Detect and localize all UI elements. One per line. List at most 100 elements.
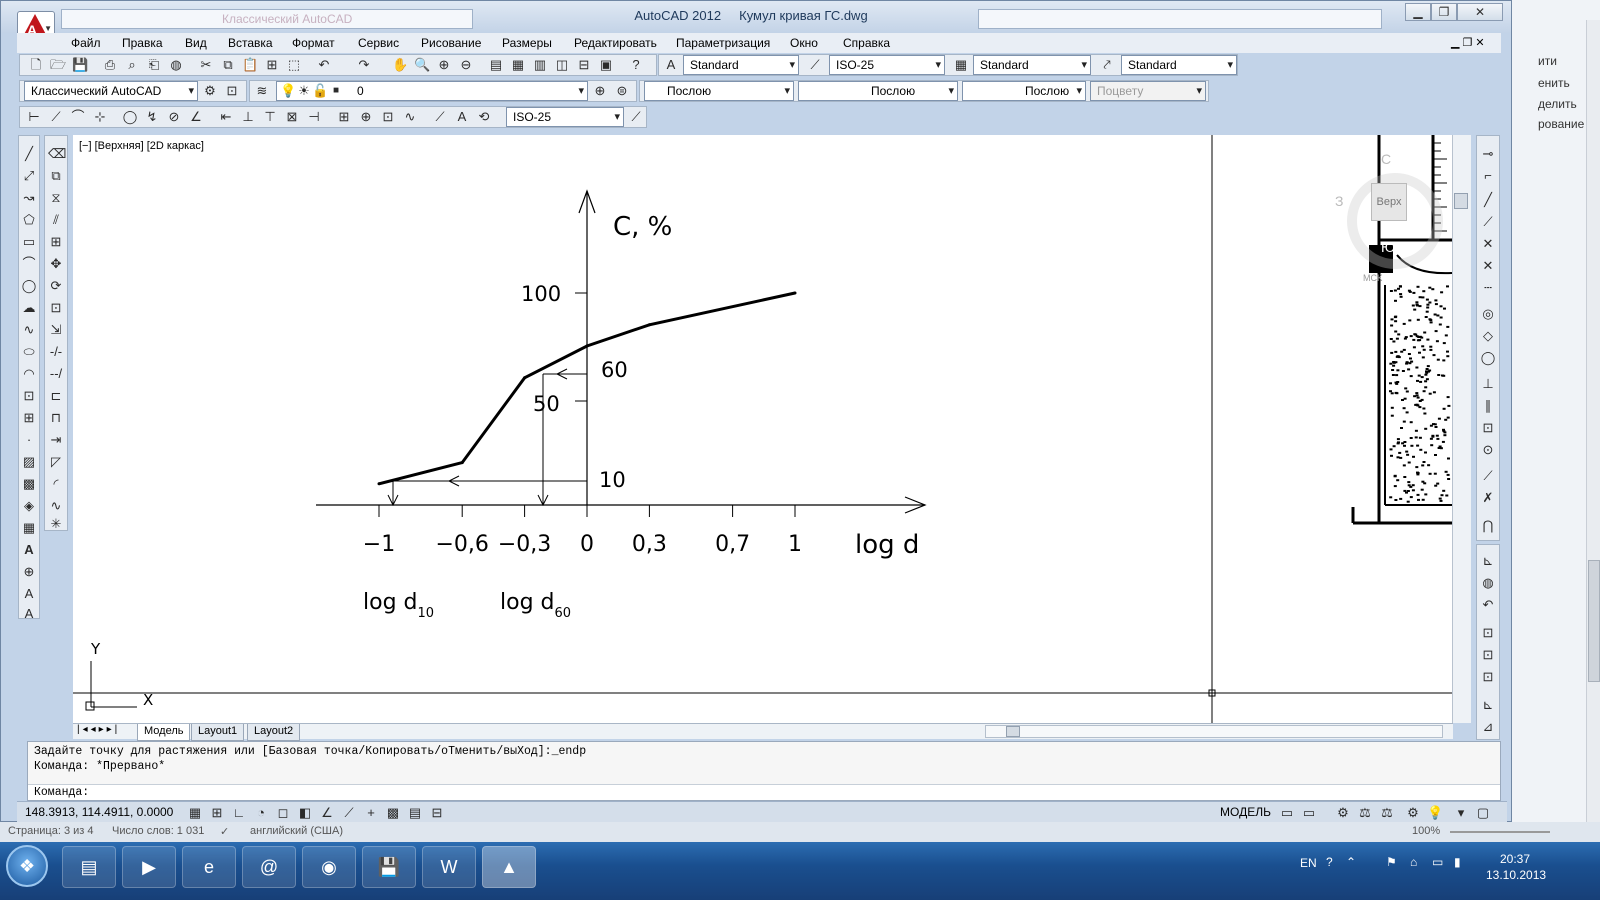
taskbar-autocad[interactable]: ▲ — [482, 846, 536, 888]
save-icon[interactable]: 💾 — [72, 57, 88, 73]
annotation-scale-icon[interactable]: ⚖ — [1357, 805, 1373, 821]
dim-edit-icon[interactable]: ⟋ — [432, 109, 448, 125]
tab-layout1[interactable]: Layout1 — [191, 724, 245, 741]
copy-object-icon[interactable]: ⧉ — [48, 168, 64, 184]
info-search-box[interactable] — [978, 9, 1382, 29]
zoom-window-icon[interactable]: ⊕ — [436, 57, 452, 73]
word-ribbon-item[interactable]: рование — [1538, 117, 1584, 131]
gear-icon[interactable]: ⚙ — [1335, 805, 1351, 821]
osnap-settings-icon[interactable]: ⋂ — [1480, 518, 1496, 534]
menu-format[interactable]: Формат — [292, 36, 335, 50]
arc-length-icon[interactable]: ⌒ — [70, 109, 86, 125]
tab-layout2[interactable]: Layout2 — [247, 724, 301, 741]
coordinate-readout[interactable]: 148.3913, 114.4911, 0.0000 — [25, 805, 173, 819]
dim-style-icon[interactable]: ⟋ — [807, 57, 823, 73]
otrack-icon[interactable]: ∠ — [319, 805, 335, 821]
taskbar-mail[interactable]: @ — [242, 846, 296, 888]
dim-update-icon[interactable]: ⟲ — [476, 109, 492, 125]
dim-break-icon[interactable]: ⊣ — [306, 109, 322, 125]
grid-icon[interactable]: ⊞ — [209, 805, 225, 821]
taskbar-word[interactable]: W — [422, 846, 476, 888]
snap-center-icon[interactable]: ◎ — [1480, 306, 1496, 322]
pan-icon[interactable]: ✋ — [392, 57, 408, 73]
clean-screen-icon[interactable]: ▢ — [1475, 805, 1491, 821]
help-icon[interactable]: ? — [628, 57, 644, 73]
ucs-icon-1[interactable]: ⊾ — [1480, 553, 1496, 569]
gear-icon[interactable]: ⚙ — [202, 83, 218, 99]
tolerance-icon[interactable]: ⊞ — [336, 109, 352, 125]
word-spelling-icon[interactable]: ✓ — [220, 825, 229, 838]
viewcube-west[interactable]: З — [1335, 193, 1343, 209]
mleader-style-select[interactable]: Standard — [1121, 55, 1237, 75]
command-input[interactable]: Команда: — [28, 784, 1500, 800]
aligned-dim-icon[interactable]: ⟋ — [48, 109, 64, 125]
properties-icon[interactable]: ▤ — [488, 57, 504, 73]
model-space-toggle[interactable]: МОДЕЛЬ — [1220, 805, 1271, 819]
minimize-button[interactable]: ▁ — [1405, 3, 1431, 21]
ucs-face-icon[interactable]: ⊡ — [1480, 625, 1496, 641]
globe-icon[interactable]: ◍ — [168, 57, 184, 73]
quick-access-toolbar[interactable]: Классический AutoCAD — [61, 9, 473, 29]
ucs-world-icon[interactable]: ◍ — [1480, 575, 1496, 591]
arc-icon[interactable]: ⌒ — [21, 256, 37, 272]
taskbar-dell[interactable]: ◉ — [302, 846, 356, 888]
diameter-dim-icon[interactable]: ⊘ — [166, 109, 182, 125]
word-zoom-slider[interactable] — [1450, 831, 1550, 833]
lineweight-toggle-icon[interactable]: ▩ — [385, 805, 401, 821]
text-style-icon[interactable]: A — [663, 57, 679, 73]
quick-dim-icon[interactable]: ⇤ — [218, 109, 234, 125]
rectangle-icon[interactable]: ▭ — [21, 234, 37, 250]
word-word-count[interactable]: Число слов: 1 031 — [112, 825, 204, 837]
clock-time[interactable]: 20:37 — [1500, 852, 1530, 866]
maximize-button[interactable]: ❐ — [1431, 3, 1457, 21]
linear-dim-icon[interactable]: ⊢ — [26, 109, 42, 125]
mleader-style-icon[interactable]: ⤤ — [1099, 57, 1115, 73]
doc-window-controls[interactable]: ▁ ❐ ✕ — [1451, 36, 1485, 49]
plotstyle-select[interactable]: Поцвету — [1090, 81, 1206, 101]
polar-icon[interactable]: ◔ — [253, 805, 269, 821]
snap-apparent-icon[interactable]: ✕ — [1480, 258, 1496, 274]
spline-icon[interactable]: ∿ — [21, 322, 37, 338]
publish-icon[interactable]: ⎗ — [146, 57, 162, 73]
copy-icon[interactable]: ⧉ — [220, 57, 236, 73]
new-file-icon[interactable]: 🗋 — [28, 57, 44, 73]
cut-icon[interactable]: ✂ — [198, 57, 214, 73]
ucs-zaxis-icon[interactable]: ⊿ — [1480, 719, 1496, 735]
color-select[interactable]: Послою — [644, 81, 794, 101]
multiline-text-icon[interactable]: A — [21, 542, 37, 558]
snap-nearest-icon[interactable]: ⟋ — [1480, 468, 1496, 484]
close-button[interactable]: ✕ — [1457, 3, 1503, 21]
quick-properties-icon[interactable]: ⊟ — [429, 805, 445, 821]
insert-block-icon[interactable]: ⊡ — [21, 388, 37, 404]
menu-tools[interactable]: Сервис — [358, 36, 399, 50]
workspace-select[interactable]: Классический AutoCAD — [24, 81, 198, 101]
add-selected-icon[interactable]: ⊕ — [21, 564, 37, 580]
menu-modify[interactable]: Редактировать — [574, 36, 657, 50]
text-style-edit-icon[interactable]: A — [21, 586, 37, 602]
continue-dim-icon[interactable]: ⊤ — [262, 109, 278, 125]
dim-style-manager-icon[interactable]: ⟋ — [628, 109, 644, 125]
jogged-dim-icon[interactable]: ↯ — [144, 109, 160, 125]
point-icon[interactable]: · — [21, 432, 37, 448]
table-style-icon[interactable]: ▦ — [953, 57, 969, 73]
make-current-icon[interactable]: ⊕ — [592, 83, 608, 99]
snap-from-icon[interactable]: ⌐ — [1480, 168, 1496, 184]
ucs-object-icon[interactable]: ⊡ — [1480, 647, 1496, 663]
snap-quadrant-icon[interactable]: ◇ — [1480, 328, 1496, 344]
ucs-origin-icon[interactable]: ⊾ — [1480, 697, 1496, 713]
line-icon[interactable]: ╱ — [21, 146, 37, 162]
rotate-icon[interactable]: ⟳ — [48, 278, 64, 294]
menu-draw[interactable]: Рисование — [421, 36, 481, 50]
array-icon[interactable]: ⊞ — [48, 234, 64, 250]
ellipse-arc-icon[interactable]: ◠ — [21, 366, 37, 382]
snap-endpoint-icon[interactable]: ╱ — [1480, 192, 1496, 208]
mirror-icon[interactable]: ⧖ — [48, 190, 64, 206]
dim-text-edit-icon[interactable]: A — [454, 109, 470, 125]
layer-properties-icon[interactable]: ≋ — [254, 83, 270, 99]
undo-icon[interactable]: ↶ — [316, 57, 332, 73]
3d-osnap-icon[interactable]: ◧ — [297, 805, 313, 821]
snap-midpoint-icon[interactable]: ⟋ — [1480, 214, 1496, 230]
design-center-icon[interactable]: ▦ — [510, 57, 526, 73]
word-zoom-level[interactable]: 100% — [1412, 825, 1440, 837]
calculator-icon[interactable]: ▣ — [598, 57, 614, 73]
